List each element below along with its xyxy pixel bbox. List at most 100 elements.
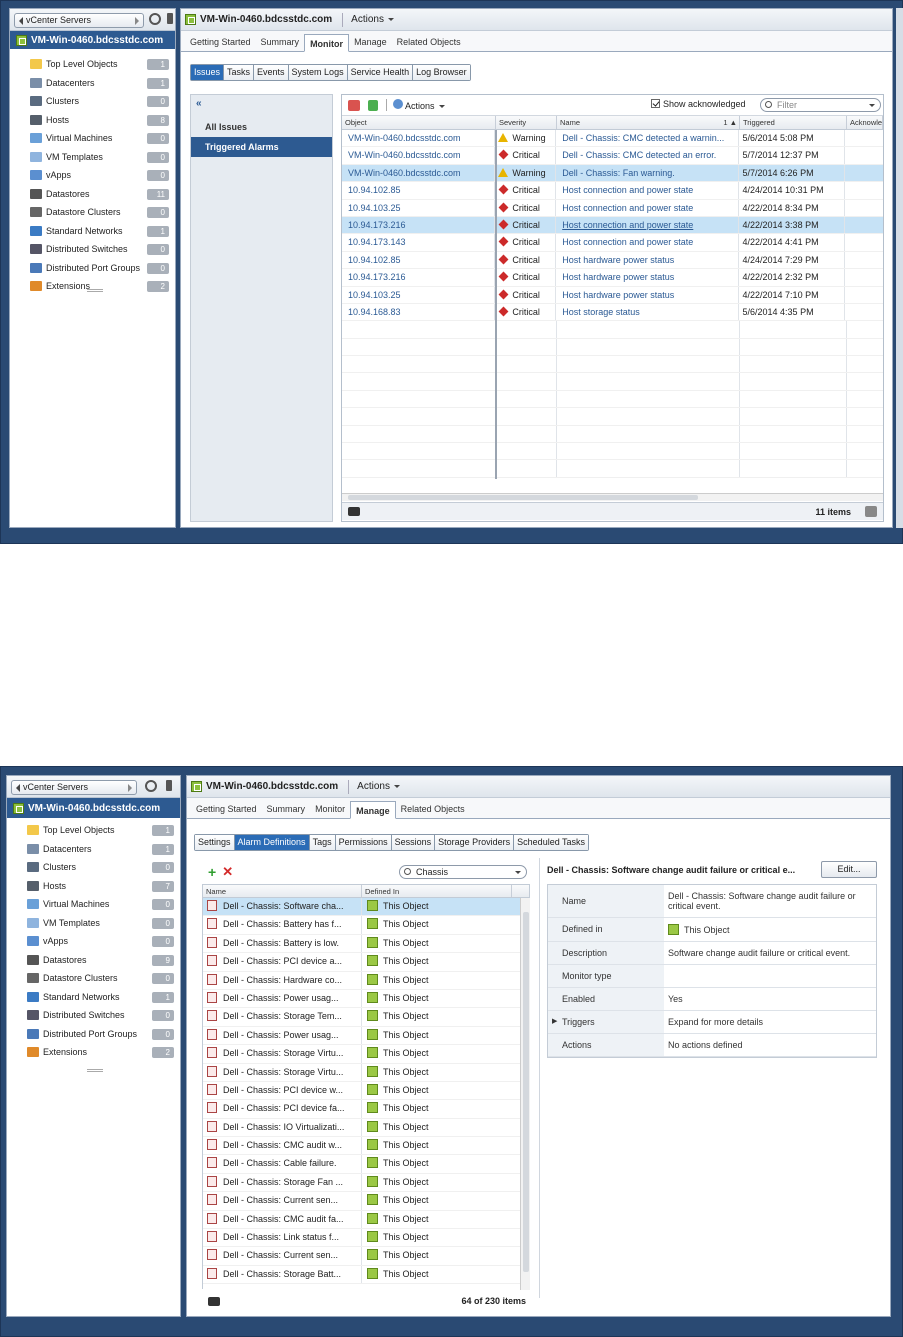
tab-monitor[interactable]: Monitor	[304, 34, 350, 52]
cell-name[interactable]: Host hardware power status	[556, 251, 739, 269]
cell-name[interactable]: Dell - Chassis: CMC detected a warnin...	[556, 130, 739, 147]
nav-item-vm-templates[interactable]: VM Templates 0	[10, 148, 175, 167]
table-row[interactable]: Dell - Chassis: Software cha... This Obje…	[203, 898, 529, 917]
top-selected-object[interactable]: VM-Win-0460.bdcsstdc.com	[10, 31, 175, 49]
cell-name[interactable]: Host connection and power state	[556, 216, 739, 234]
cell-name[interactable]: Dell - Chassis: Storage Fan ...	[203, 1173, 362, 1192]
table-row[interactable]: Dell - Chassis: PCI device fa... This Obj…	[203, 1100, 529, 1119]
subtab-tasks[interactable]: Tasks	[224, 65, 255, 80]
subtab-scheduled-tasks[interactable]: Scheduled Tasks	[514, 835, 589, 850]
table-row[interactable]: 10.94.173.143 Critical Host connection and…	[342, 234, 883, 252]
tab-manage[interactable]: Manage	[350, 801, 396, 819]
horizontal-scrollbar[interactable]	[342, 493, 883, 501]
table-row[interactable]: Dell - Chassis: Battery is low. This Obje…	[203, 934, 529, 954]
tab-getting-started[interactable]: Getting Started	[185, 33, 256, 51]
cell-object[interactable]: 10.94.103.25	[342, 286, 496, 303]
nav-item-top-level-objects[interactable]: Top Level Objects 1	[7, 821, 180, 840]
collapse-icon[interactable]: «	[191, 95, 332, 117]
table-row[interactable]: VM-Win-0460.bdcsstdc.com Critical Dell - C…	[342, 147, 883, 165]
tab-summary[interactable]: Summary	[256, 33, 305, 51]
pin-icon[interactable]	[167, 13, 173, 24]
bottom-back-button[interactable]: vCenter Servers	[11, 780, 137, 795]
subtab-log-browser[interactable]: Log Browser	[413, 65, 470, 80]
export-icon[interactable]	[865, 506, 877, 517]
cell-name[interactable]: Dell - Chassis: Battery has f...	[203, 916, 362, 934]
cell-object[interactable]: 10.94.103.25	[342, 199, 496, 216]
col-defined-in[interactable]: Defined In	[362, 885, 512, 897]
resize-grip[interactable]	[87, 1069, 103, 1072]
detail-row[interactable]: ▶ Triggers Expand for more details	[548, 1011, 876, 1034]
cell-object[interactable]: VM-Win-0460.bdcsstdc.com	[342, 164, 496, 182]
filter-input[interactable]: Filter	[760, 98, 881, 112]
table-row[interactable]: 10.94.102.85 Critical Host hardware power …	[342, 251, 883, 270]
delete-icon[interactable]: ✕	[222, 864, 233, 880]
table-row[interactable]: Dell - Chassis: Storage Fan ... This Obje…	[203, 1173, 529, 1193]
column-header[interactable]: Triggered	[740, 116, 847, 129]
cell-name[interactable]: Dell - Chassis: CMC audit fa...	[203, 1210, 362, 1229]
cell-name[interactable]: Dell - Chassis: Software cha...	[203, 898, 362, 916]
nav-item-hosts[interactable]: Hosts 8	[10, 111, 175, 130]
nav-item-standard-networks[interactable]: Standard Networks 1	[10, 222, 175, 241]
resize-grip[interactable]	[87, 289, 103, 292]
cell-name[interactable]: Dell - Chassis: Power usag...	[203, 1026, 362, 1045]
history-icon[interactable]	[149, 13, 161, 25]
forward-arrow-icon[interactable]	[128, 784, 132, 792]
nav-item-datastores[interactable]: Datastores 11	[10, 185, 175, 204]
table-row[interactable]: Dell - Chassis: Battery has f... This Obj…	[203, 916, 529, 935]
cell-name[interactable]: Host connection and power state	[556, 199, 739, 216]
nav-item-datastore-clusters[interactable]: Datastore Clusters 0	[7, 969, 180, 988]
cell-name[interactable]: Dell - Chassis: Storage Virtu...	[203, 1063, 362, 1081]
nav-item-vapps[interactable]: vApps 0	[10, 166, 175, 185]
actions-menu[interactable]: Actions	[351, 14, 394, 25]
binoculars-icon[interactable]	[348, 507, 360, 516]
subtab-tags[interactable]: Tags	[309, 835, 336, 850]
top-back-button[interactable]: vCenter Servers	[14, 13, 144, 28]
cell-name[interactable]: Dell - Chassis: CMC detected an error.	[556, 147, 739, 164]
table-row[interactable]: Dell - Chassis: PCI device a... This Obje…	[203, 953, 529, 972]
nav-item-distributed-switches[interactable]: Distributed Switches 0	[7, 1006, 180, 1025]
table-row[interactable]: VM-Win-0460.bdcsstdc.com Warning Dell - Ch…	[342, 164, 883, 183]
subtab-alarm-definitions[interactable]: Alarm Definitions	[234, 835, 310, 850]
vertical-scrollbar[interactable]	[520, 898, 530, 1290]
reset-icon[interactable]	[368, 99, 378, 111]
table-row[interactable]: Dell - Chassis: Cable failure. This Objec…	[203, 1155, 529, 1174]
history-icon[interactable]	[145, 780, 157, 792]
table-row[interactable]: Dell - Chassis: Storage Virtu... This Obj…	[203, 1063, 529, 1082]
cell-name[interactable]: Dell - Chassis: Hardware co...	[203, 971, 362, 989]
nav-item-distributed-switches[interactable]: Distributed Switches 0	[10, 240, 175, 259]
nav-item-vapps[interactable]: vApps 0	[7, 932, 180, 951]
tab-manage[interactable]: Manage	[349, 33, 392, 51]
search-input[interactable]: Chassis	[399, 865, 527, 879]
nav-item-top-level-objects[interactable]: Top Level Objects 1	[10, 55, 175, 74]
cell-object[interactable]: 10.94.102.85	[342, 251, 496, 269]
tab-related-objects[interactable]: Related Objects	[396, 800, 470, 818]
binoculars-icon[interactable]	[208, 1296, 220, 1306]
tab-related-objects[interactable]: Related Objects	[392, 33, 466, 51]
cell-name[interactable]: Dell - Chassis: Cable failure.	[203, 1155, 362, 1173]
cell-object[interactable]: 10.94.173.143	[342, 234, 496, 251]
col-name[interactable]: Name	[203, 885, 362, 897]
expand-icon[interactable]: ▶	[552, 1017, 557, 1025]
bottom-selected-object[interactable]: VM-Win-0460.bdcsstdc.com	[7, 798, 180, 818]
nav-item-vm-templates[interactable]: VM Templates 0	[7, 914, 180, 933]
table-row[interactable]: Dell - Chassis: Current sen... This Objec…	[203, 1192, 529, 1211]
table-row[interactable]: Dell - Chassis: Current sen... This Objec…	[203, 1247, 529, 1266]
cell-object[interactable]: 10.94.173.216	[342, 269, 496, 286]
subtab-system-logs[interactable]: System Logs	[288, 65, 348, 80]
tab-getting-started[interactable]: Getting Started	[191, 800, 262, 818]
edit-button[interactable]: Edit...	[821, 861, 877, 878]
nav-item-standard-networks[interactable]: Standard Networks 1	[7, 988, 180, 1007]
subtab-sessions[interactable]: Sessions	[391, 835, 436, 850]
nav-item-distributed-port-groups[interactable]: Distributed Port Groups 0	[7, 1025, 180, 1044]
table-row[interactable]: Dell - Chassis: Power usag... This Object	[203, 1026, 529, 1046]
cell-name[interactable]: Host storage status	[556, 303, 739, 321]
subtab-events[interactable]: Events	[254, 65, 289, 80]
cell-name[interactable]: Dell - Chassis: Battery is low.	[203, 934, 362, 953]
cell-name[interactable]: Dell - Chassis: Link status f...	[203, 1229, 362, 1247]
actions-dropdown[interactable]: Actions	[393, 99, 445, 111]
all-issues-item[interactable]: All Issues	[191, 117, 332, 137]
subtab-service-health[interactable]: Service Health	[347, 65, 414, 80]
subtab-settings[interactable]: Settings	[195, 835, 235, 850]
nav-item-datastores[interactable]: Datastores 9	[7, 951, 180, 970]
cell-name[interactable]: Dell - Chassis: CMC audit w...	[203, 1137, 362, 1155]
